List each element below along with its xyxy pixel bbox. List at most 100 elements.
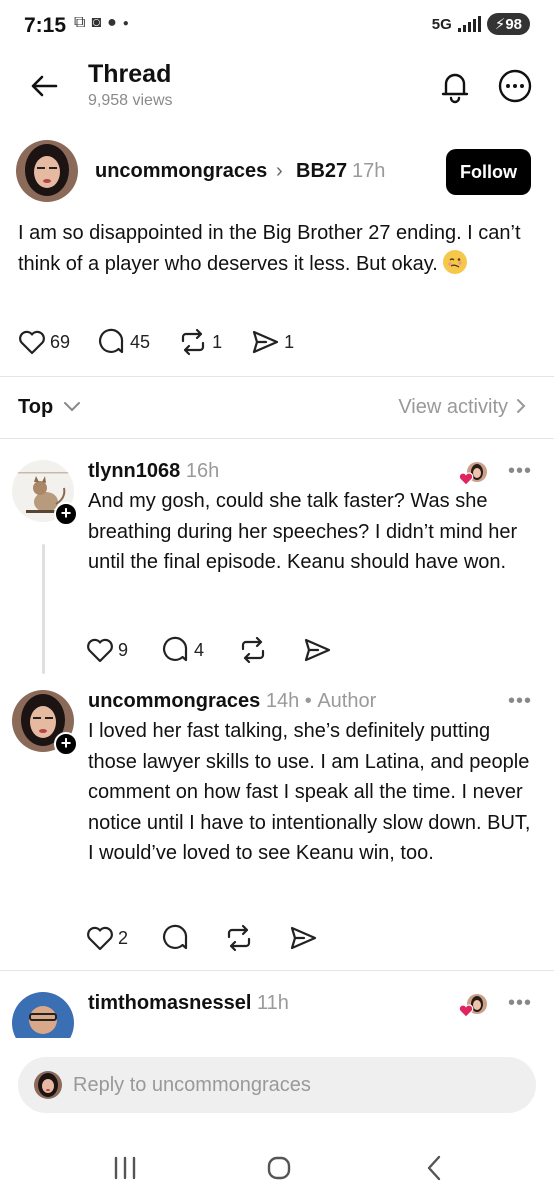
home-icon[interactable]: [266, 1155, 292, 1181]
reply-composer[interactable]: [18, 1057, 536, 1113]
author-tag: Author: [317, 690, 377, 712]
comment-count: 4: [194, 639, 205, 660]
reply-time: 14h: [265, 690, 300, 712]
comment-icon: [99, 328, 124, 354]
share-button[interactable]: [302, 636, 332, 664]
reply-author[interactable]: tlynn1068 16h: [88, 460, 219, 483]
more-options-button[interactable]: •••: [508, 460, 532, 483]
reply-item: timthomasnessel 11h •••: [0, 992, 554, 1038]
reply-author-name[interactable]: tlynn1068: [88, 460, 180, 482]
reply-text: I loved her fast talking, she’s definite…: [88, 720, 531, 864]
chevron-right-icon[interactable]: [514, 396, 528, 416]
comment-icon: [163, 636, 188, 662]
app-notification-icon: ◙: [91, 14, 102, 31]
battery-level: 98: [505, 16, 522, 33]
notification-icons: ⧉ ◙ ● ●: [74, 14, 129, 32]
follow-plus-button[interactable]: +: [54, 502, 78, 526]
heart-icon: [87, 926, 113, 951]
thread-header: Thread 9,958 views: [0, 52, 554, 124]
woozy-face-icon: [443, 250, 468, 274]
comment-icon: [163, 924, 188, 950]
divider: [0, 376, 554, 377]
reply-actions: 2: [86, 924, 352, 952]
post-community[interactable]: BB27: [296, 160, 347, 183]
separator-dot: •: [304, 690, 312, 712]
thread-line: [42, 544, 45, 674]
repost-button[interactable]: 1: [178, 328, 222, 356]
reply-author[interactable]: uncommongraces 14h • Author: [88, 690, 376, 713]
like-count: 9: [118, 639, 129, 660]
author-liked-badge: [458, 460, 488, 486]
reply-author-name[interactable]: uncommongraces: [88, 690, 260, 712]
screenshot-icon: ⧉: [74, 14, 86, 31]
reply-author-name[interactable]: timthomasnessel: [88, 992, 251, 1014]
repost-icon: [181, 328, 205, 356]
comment-button[interactable]: [162, 924, 190, 952]
repost-count: 1: [212, 331, 223, 352]
repost-icon: [241, 636, 265, 664]
share-button[interactable]: 1: [250, 328, 294, 356]
status-right: 5G ⚡98: [432, 13, 530, 35]
heart-icon: [19, 330, 45, 355]
avatar[interactable]: [16, 140, 78, 202]
like-button[interactable]: 2: [86, 925, 128, 951]
comment-count: 45: [130, 331, 151, 352]
more-options-button[interactable]: •••: [508, 690, 532, 713]
chevron-right-icon: ›: [276, 160, 283, 182]
more-horizontal-icon: [498, 69, 532, 103]
reply-time: 16h: [185, 460, 220, 482]
message-icon: ●: [107, 14, 117, 31]
more-options-button[interactable]: [497, 68, 533, 104]
follow-plus-button[interactable]: +: [54, 732, 78, 756]
share-count: 1: [284, 331, 295, 352]
dot-icon: ●: [122, 17, 129, 29]
repost-icon: [227, 924, 251, 952]
sort-bar: Top View activity: [0, 378, 554, 438]
reply-actions: 9 4: [86, 636, 366, 664]
post-time: 17h: [352, 160, 386, 182]
status-bar: 7:15 ⧉ ◙ ● ● 5G ⚡98: [0, 0, 554, 52]
like-button[interactable]: 9: [86, 637, 128, 663]
divider: [0, 438, 554, 439]
author-liked-badge: [458, 992, 488, 1018]
signal-icon: [457, 16, 481, 32]
view-count: 9,958 views: [88, 92, 173, 109]
sort-dropdown[interactable]: Top: [18, 396, 53, 419]
notifications-button[interactable]: [437, 68, 473, 104]
post-author[interactable]: uncommongraces: [95, 160, 267, 183]
system-nav-bar: [0, 1140, 554, 1200]
reply-author[interactable]: timthomasnessel 11h: [88, 992, 289, 1015]
comment-button[interactable]: 4: [162, 636, 204, 664]
heart-icon: [87, 638, 113, 663]
follow-button[interactable]: Follow: [446, 149, 531, 195]
like-button[interactable]: 69: [18, 329, 70, 355]
battery-indicator: ⚡98: [486, 13, 530, 35]
chevron-down-icon[interactable]: [62, 396, 82, 416]
more-options-button[interactable]: •••: [508, 992, 532, 1015]
status-time: 7:15: [24, 14, 67, 37]
network-label: 5G: [431, 15, 452, 33]
avatar[interactable]: [12, 992, 74, 1038]
like-count: 2: [118, 927, 129, 948]
comment-button[interactable]: 45: [98, 328, 150, 356]
back-button[interactable]: [24, 68, 64, 104]
reply-text: And my gosh, could she talk faster? Was …: [88, 490, 518, 573]
bell-icon: [441, 73, 469, 104]
reply-time: 11h: [256, 992, 289, 1014]
post-text: I am so disappointed in the Big Brother …: [18, 218, 528, 280]
page-title: Thread: [88, 60, 172, 88]
repost-button[interactable]: [224, 924, 254, 952]
back-nav-icon[interactable]: [424, 1154, 444, 1182]
share-icon: [290, 926, 317, 950]
divider: [0, 970, 554, 971]
arrow-left-icon: [31, 75, 58, 97]
reply-input[interactable]: [73, 1057, 513, 1113]
share-icon: [304, 638, 331, 662]
view-activity-link[interactable]: View activity: [398, 396, 508, 419]
post-actions: 69 45 1 1: [18, 328, 322, 356]
recent-apps-icon[interactable]: [112, 1156, 138, 1180]
like-count: 69: [50, 331, 71, 352]
repost-button[interactable]: [238, 636, 268, 664]
share-icon: [252, 330, 279, 354]
share-button[interactable]: [288, 924, 318, 952]
